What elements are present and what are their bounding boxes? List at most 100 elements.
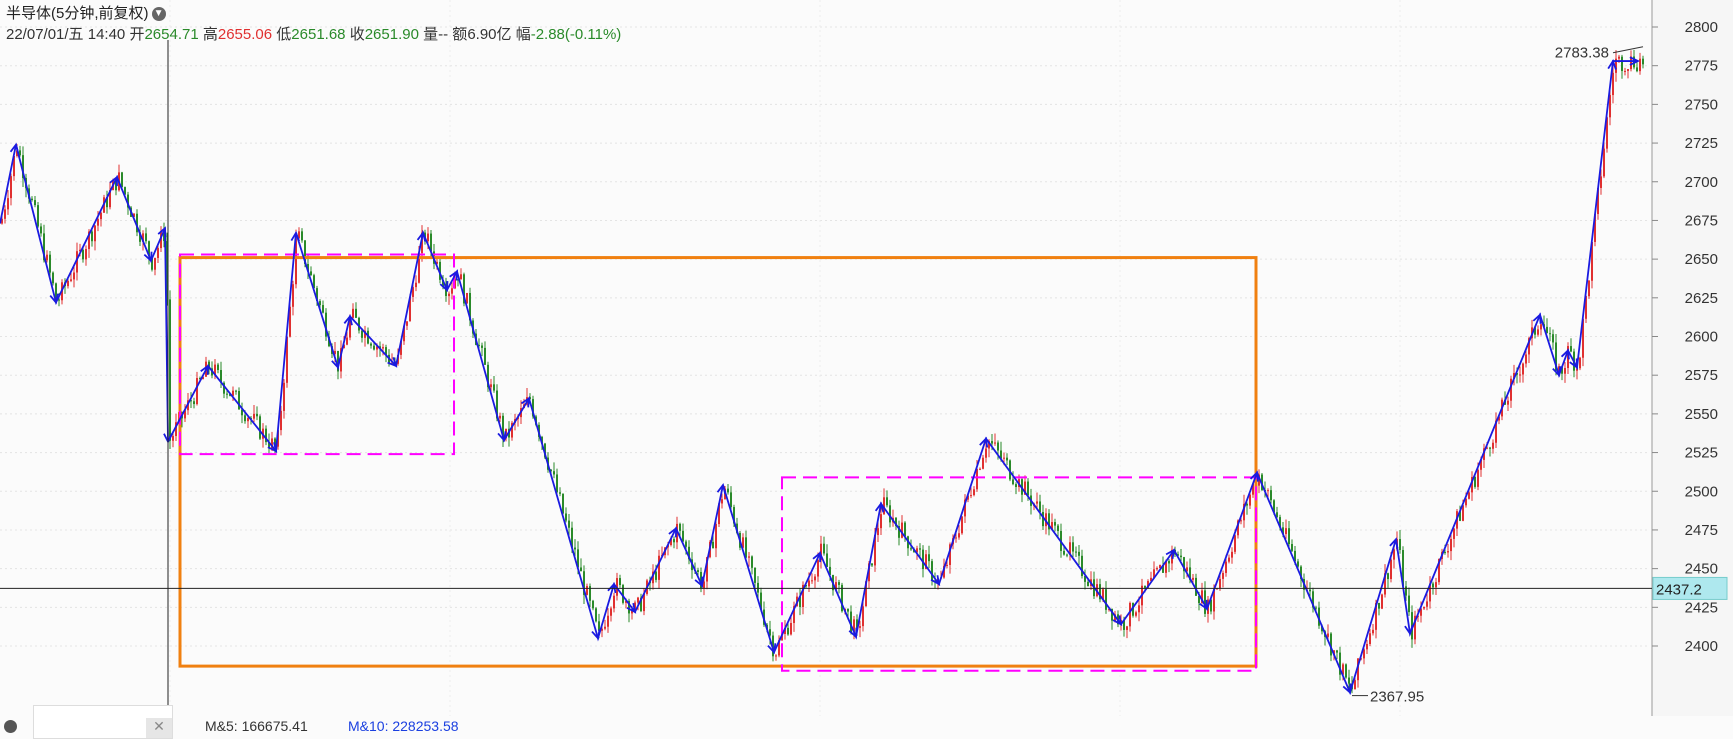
candle [1522, 363, 1524, 375]
y-tick-label: 2475 [1685, 522, 1718, 539]
candle [562, 493, 564, 514]
annotation-arrow [1612, 46, 1644, 54]
candle [961, 516, 963, 534]
candle [1249, 494, 1251, 506]
consolidation-box [178, 256, 1258, 668]
close-icon[interactable]: ✕ [146, 718, 172, 738]
crosshair-value: 2437.2 [1656, 581, 1702, 598]
change-value: -2.88(-0.11%) [530, 26, 622, 43]
candle [817, 560, 819, 577]
amount-value: 6.90亿 [467, 26, 512, 43]
settings-icon[interactable] [4, 720, 17, 733]
popup-box: ✕ [33, 705, 173, 739]
candle [52, 272, 54, 284]
candle [85, 249, 87, 260]
candle [283, 382, 285, 411]
candle [322, 305, 324, 313]
candle [1489, 447, 1491, 449]
candle [1624, 70, 1626, 72]
candle [976, 469, 978, 490]
candle [1639, 58, 1641, 72]
candle [1105, 589, 1107, 610]
candle [613, 595, 615, 609]
candle [235, 390, 237, 392]
date-text: 22/07/01/五 14:40 [6, 26, 126, 43]
candle [1423, 606, 1425, 609]
candle [1027, 481, 1029, 496]
candle [712, 541, 714, 549]
candle [1078, 551, 1080, 556]
candle [811, 580, 813, 582]
candle [310, 271, 312, 276]
candle [1492, 442, 1494, 449]
candle [154, 257, 156, 270]
candles [1, 49, 1644, 694]
candle [1348, 677, 1350, 684]
high-value: 2655.06 [217, 26, 273, 43]
candle [556, 474, 558, 493]
candle [1378, 602, 1380, 609]
candle [568, 520, 570, 528]
candle [1564, 367, 1566, 374]
candle [1327, 633, 1329, 637]
chevron-down-icon[interactable]: ▼ [151, 7, 166, 22]
candle [1138, 605, 1140, 613]
range-boxes [178, 253, 1258, 672]
low-label: 低 [276, 26, 292, 43]
candle [928, 554, 930, 562]
candle [610, 608, 612, 616]
ma10-text: M&10: 228253.58 [348, 718, 459, 734]
candlestick-chart[interactable]: 2400 2425 2450 2475 2500 2525 2550 2575 2600 2625… [0, 0, 1733, 737]
candle [1444, 552, 1446, 554]
candle [823, 543, 825, 554]
candle [253, 413, 255, 419]
close-label: 收 [349, 26, 365, 43]
candle [991, 441, 993, 444]
candle [247, 418, 249, 422]
open-label: 开 [129, 26, 145, 43]
candle [94, 225, 96, 242]
candle [355, 308, 357, 318]
candle [658, 555, 660, 580]
candle [319, 301, 321, 306]
candle [490, 384, 492, 388]
candle [1405, 586, 1407, 596]
candle [193, 401, 195, 405]
change-label: 幅 [515, 26, 531, 43]
candle [460, 274, 462, 280]
y-tick-label: 2775 [1685, 58, 1718, 75]
candle [196, 378, 198, 405]
candle [370, 343, 372, 346]
candle [946, 564, 948, 566]
candle [619, 578, 621, 586]
candle [997, 442, 999, 451]
low-annotation: 2367.95 [1370, 689, 1424, 706]
candle [46, 254, 48, 261]
y-tick-label: 2625 [1685, 290, 1718, 307]
high-label: 高 [202, 26, 218, 43]
candle [361, 330, 363, 338]
candle [838, 582, 840, 585]
candle [121, 172, 123, 188]
candle [157, 248, 159, 258]
grid-lines [0, 0, 1650, 716]
candle [604, 626, 606, 629]
candle [1075, 551, 1077, 553]
candle [682, 530, 684, 542]
candle [172, 435, 174, 441]
candle [97, 219, 99, 226]
candle [1225, 561, 1227, 573]
candle [727, 488, 729, 493]
candle [1285, 528, 1287, 535]
candle [73, 272, 75, 280]
candle [973, 489, 975, 496]
candle [673, 539, 675, 543]
y-tick-label: 2725 [1685, 135, 1718, 152]
candle [448, 293, 450, 297]
candle [7, 198, 9, 210]
candle [49, 254, 51, 273]
y-tick-label: 2525 [1685, 445, 1718, 462]
candle [34, 200, 36, 206]
candle [595, 608, 597, 622]
candle [415, 282, 417, 288]
